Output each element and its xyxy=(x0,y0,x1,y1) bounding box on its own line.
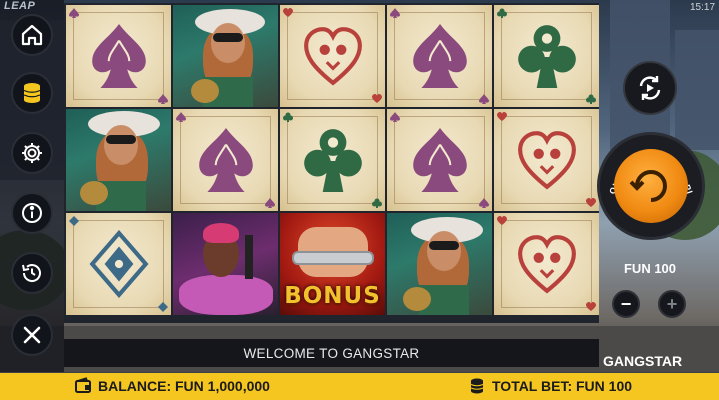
symbol-spade xyxy=(173,109,278,211)
symbol-heart xyxy=(494,109,599,211)
autoplay-button[interactable] xyxy=(623,61,677,115)
settings-button[interactable] xyxy=(11,132,53,174)
coins-button[interactable] xyxy=(11,72,53,114)
symbol-diamond xyxy=(66,213,171,315)
symbol-spade xyxy=(66,5,171,107)
spin-button[interactable]: HOLD FOR TURBO SPIN xyxy=(597,132,705,240)
symbol-spade xyxy=(387,109,492,211)
total-bet-label: TOTAL BET: FUN 100 xyxy=(492,378,633,394)
gear-icon xyxy=(22,143,42,163)
balance-label: BALANCE: FUN 1,000,000 xyxy=(98,378,270,394)
reels-grid: BONUS xyxy=(64,3,599,323)
game-title: GANGSTAR xyxy=(603,353,683,369)
close-icon xyxy=(23,326,41,344)
symbol-spade xyxy=(387,5,492,107)
symbol-heart xyxy=(280,5,385,107)
symbol-gangster xyxy=(173,213,278,315)
symbol-woman xyxy=(173,5,278,107)
symbol-heart xyxy=(494,213,599,315)
home-icon xyxy=(21,24,43,46)
decrease-bet-button[interactable]: − xyxy=(612,290,640,318)
total-bet: TOTAL BET: FUN 100 xyxy=(468,377,632,395)
message-bar: WELCOME TO GANGSTAR xyxy=(64,339,599,367)
symbol-club xyxy=(280,109,385,211)
spin-core xyxy=(614,149,688,223)
bet-value: FUN 100 xyxy=(623,261,677,276)
symbol-club xyxy=(494,5,599,107)
footer-bar: BALANCE: FUN 1,000,000 TOTAL BET: FUN 10… xyxy=(0,373,719,400)
symbol-woman xyxy=(387,213,492,315)
history-button[interactable] xyxy=(11,252,53,294)
info-button[interactable] xyxy=(11,192,53,234)
close-button[interactable] xyxy=(11,314,53,356)
coin-stack-icon xyxy=(23,83,41,103)
info-icon xyxy=(22,203,42,223)
logo: LEAP xyxy=(4,0,36,12)
symbol-bonus: BONUS xyxy=(280,213,385,315)
welcome-message: WELCOME TO GANGSTAR xyxy=(243,345,420,361)
balance: BALANCE: FUN 1,000,000 xyxy=(74,377,270,395)
bonus-label: BONUS xyxy=(284,283,381,309)
autoplay-icon xyxy=(639,76,661,100)
increase-bet-button[interactable]: + xyxy=(658,290,686,318)
sidebar: LEAP xyxy=(0,0,64,372)
symbol-woman xyxy=(66,109,171,211)
coin-stack-icon xyxy=(470,378,484,394)
history-icon xyxy=(22,264,41,282)
wallet-icon xyxy=(75,377,91,393)
home-button[interactable] xyxy=(11,14,53,56)
spin-arrow-icon xyxy=(629,170,667,202)
clock: 15:17 xyxy=(690,2,716,13)
